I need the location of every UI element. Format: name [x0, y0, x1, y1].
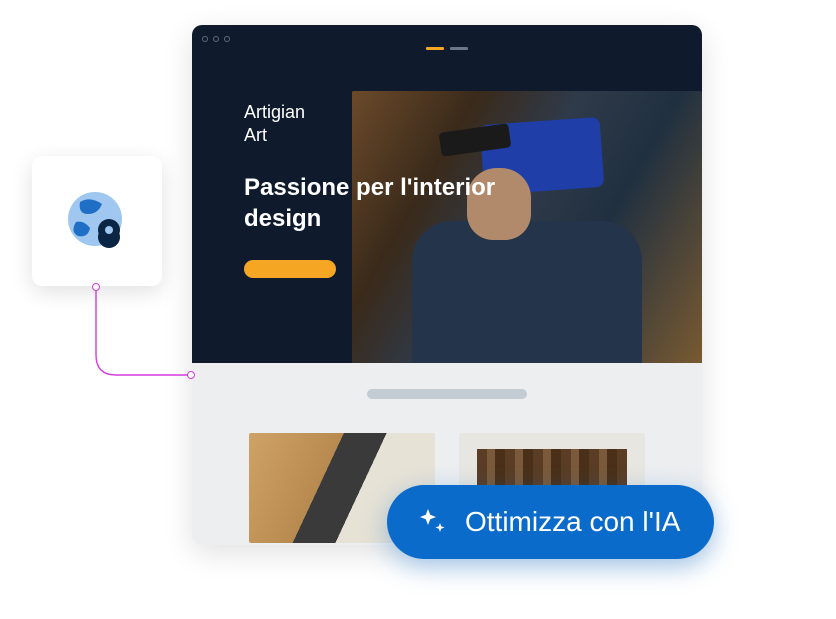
- location-widget-card[interactable]: [32, 156, 162, 286]
- content-heading-placeholder: [367, 389, 527, 399]
- site-brand: Artigian Art: [244, 101, 504, 146]
- connector-endpoint: [92, 283, 100, 291]
- optimize-with-ai-label: Ottimizza con l'IA: [465, 506, 680, 538]
- hero-cta-button[interactable]: [244, 260, 336, 278]
- window-dot: [213, 36, 219, 42]
- window-dot: [224, 36, 230, 42]
- window-dot: [202, 36, 208, 42]
- globe-location-icon: [62, 186, 132, 256]
- website-preview-window: Artigian Art Passione per l'interior des…: [192, 25, 702, 545]
- hero-headline: Passione per l'interior design: [244, 172, 504, 234]
- nav-tab-active: [426, 47, 444, 50]
- connector-line: [24, 285, 204, 385]
- sparkle-icon: [415, 505, 449, 539]
- hero-section: Artigian Art Passione per l'interior des…: [192, 53, 702, 363]
- window-controls: [202, 36, 230, 42]
- connector-endpoint: [187, 371, 195, 379]
- hero-text-block: Artigian Art Passione per l'interior des…: [244, 101, 504, 278]
- nav-tab: [450, 47, 468, 50]
- optimize-with-ai-button[interactable]: Ottimizza con l'IA: [387, 485, 714, 559]
- nav-indicator: [426, 47, 468, 50]
